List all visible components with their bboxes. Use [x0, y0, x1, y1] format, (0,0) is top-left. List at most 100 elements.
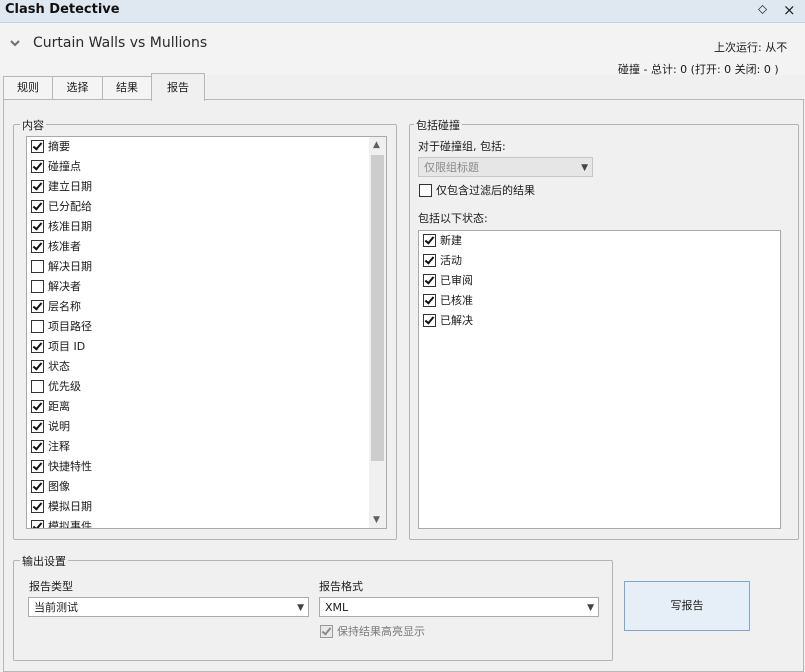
status-label: 已解决 — [440, 314, 473, 327]
tab-rules[interactable]: 规则 — [3, 76, 53, 99]
contents-item[interactable]: 建立日期 — [31, 177, 92, 197]
contents-checkbox[interactable] — [31, 239, 44, 253]
filtered-only-checkbox[interactable] — [419, 183, 432, 197]
pin-icon[interactable]: ⬦ — [758, 2, 767, 17]
status-list[interactable]: 新建活动 已审阅 已核准已解决 — [418, 230, 781, 529]
contents-item[interactable]: 注释 — [31, 437, 70, 457]
include-clashes-legend: 包括碰撞 — [414, 117, 462, 133]
contents-scrollbar[interactable]: ▲ ▼ — [369, 137, 386, 528]
contents-checkbox[interactable] — [31, 319, 44, 333]
status-item[interactable]: 活动 — [423, 251, 462, 271]
contents-label: 层名称 — [48, 300, 81, 313]
contents-item[interactable]: 说明 — [31, 417, 70, 437]
status-checkbox[interactable] — [423, 273, 436, 287]
window-titlebar: Clash Detective ⬦ × — [0, 0, 805, 23]
report-type-value: 当前测试 — [34, 601, 78, 614]
contents-label: 解决者 — [48, 280, 81, 293]
report-format-label: 报告格式 — [319, 580, 363, 593]
contents-item[interactable]: 项目路径 — [31, 317, 92, 337]
contents-item[interactable]: 摘要 — [31, 137, 70, 157]
contents-item[interactable]: 核准日期 — [31, 217, 92, 237]
contents-checkbox[interactable] — [31, 379, 44, 393]
status-checkbox[interactable] — [423, 313, 436, 327]
group-include-label: 对于碰撞组, 包括: — [418, 140, 506, 153]
close-icon[interactable]: × — [783, 1, 796, 19]
status-checkbox[interactable] — [423, 253, 436, 267]
contents-item[interactable]: 解决日期 — [31, 257, 92, 277]
group-include-value: 仅限组标题 — [424, 161, 479, 174]
tab-report[interactable]: 报告 — [151, 73, 205, 101]
contents-checkbox[interactable] — [31, 339, 44, 353]
output-settings-legend: 输出设置 — [20, 553, 68, 569]
contents-checkbox[interactable] — [31, 459, 44, 473]
report-format-select[interactable]: XML ▼ — [319, 597, 599, 617]
contents-label: 核准者 — [48, 240, 81, 253]
contents-checkbox[interactable] — [31, 479, 44, 493]
tab-select[interactable]: 选择 — [52, 76, 103, 99]
contents-item[interactable]: 快捷特性 — [31, 457, 92, 477]
keep-highlight-option: 保持结果高亮显示 — [320, 622, 425, 642]
report-type-label: 报告类型 — [29, 580, 73, 593]
contents-label: 核准日期 — [48, 220, 92, 233]
report-format-value: XML — [325, 601, 349, 614]
contents-item[interactable]: 已分配给 — [31, 197, 92, 217]
contents-item[interactable]: 解决者 — [31, 277, 81, 297]
contents-checkbox[interactable] — [31, 259, 44, 273]
tab-results[interactable]: 结果 — [102, 76, 152, 99]
contents-item[interactable]: 层名称 — [31, 297, 81, 317]
contents-label: 模拟日期 — [48, 500, 92, 513]
contents-checkbox[interactable] — [31, 439, 44, 453]
contents-item[interactable]: 模拟日期 — [31, 497, 92, 517]
contents-item[interactable]: 距离 — [31, 397, 70, 417]
report-type-select[interactable]: 当前测试 ▼ — [28, 597, 309, 617]
contents-checkbox[interactable] — [31, 179, 44, 193]
status-checkbox[interactable] — [423, 293, 436, 307]
contents-item[interactable]: 模拟事件 — [31, 517, 92, 529]
contents-checkbox[interactable] — [31, 279, 44, 293]
status-label: 新建 — [440, 234, 462, 247]
contents-checkbox[interactable] — [31, 359, 44, 373]
contents-checkbox[interactable] — [31, 139, 44, 153]
contents-label: 建立日期 — [48, 180, 92, 193]
contents-item[interactable]: 核准者 — [31, 237, 81, 257]
contents-label: 模拟事件 — [48, 520, 92, 529]
filtered-only-option[interactable]: 仅包含过滤后的结果 — [419, 181, 535, 201]
scroll-up-icon[interactable]: ▲ — [373, 140, 380, 150]
contents-checkbox[interactable] — [31, 199, 44, 213]
scrollbar-thumb[interactable] — [371, 155, 384, 461]
contents-checkbox[interactable] — [31, 499, 44, 513]
clash-summary: 碰撞 - 总计: 0 (打开: 0 关闭: 0 ) — [618, 63, 779, 76]
contents-label: 已分配给 — [48, 200, 92, 213]
contents-checkbox[interactable] — [31, 159, 44, 173]
contents-label: 说明 — [48, 420, 70, 433]
contents-label: 项目 ID — [48, 340, 86, 353]
contents-checkbox[interactable] — [31, 519, 44, 528]
status-item[interactable]: 新建 — [423, 231, 462, 251]
contents-item[interactable]: 项目 ID — [31, 337, 85, 357]
status-item[interactable]: 已解决 — [423, 311, 473, 331]
contents-checkbox[interactable] — [31, 219, 44, 233]
contents-item[interactable]: 碰撞点 — [31, 157, 81, 177]
test-name[interactable]: Curtain Walls vs Mullions — [33, 35, 207, 51]
chevron-down-icon[interactable]: ▼ — [297, 598, 304, 618]
contents-label: 摘要 — [48, 140, 70, 153]
contents-list[interactable]: 摘要碰撞点建立日期已分配给核准日期核准者解决日期解决者层名称项目路径项目 ID 状… — [26, 136, 387, 529]
contents-item[interactable]: 优先级 — [31, 377, 81, 397]
contents-checkbox[interactable] — [31, 419, 44, 433]
contents-checkbox[interactable] — [31, 399, 44, 413]
group-include-select: 仅限组标题 ▼ — [418, 157, 593, 177]
chevron-down-icon[interactable]: ▼ — [587, 598, 594, 618]
scroll-down-icon[interactable]: ▼ — [373, 515, 380, 525]
chevron-down-icon: ▼ — [581, 163, 588, 173]
window-title: Clash Detective — [5, 2, 120, 17]
contents-item[interactable]: 状态 — [31, 357, 70, 377]
contents-item[interactable]: 图像 — [31, 477, 70, 497]
status-include-label: 包括以下状态: — [418, 212, 488, 225]
write-report-button[interactable]: 写报告 — [624, 581, 750, 631]
status-checkbox[interactable] — [423, 233, 436, 247]
status-item[interactable]: 已审阅 — [423, 271, 473, 291]
status-item[interactable]: 已核准 — [423, 291, 473, 311]
chevron-down-icon[interactable] — [10, 38, 20, 48]
contents-checkbox[interactable] — [31, 299, 44, 313]
contents-label: 距离 — [48, 400, 70, 413]
